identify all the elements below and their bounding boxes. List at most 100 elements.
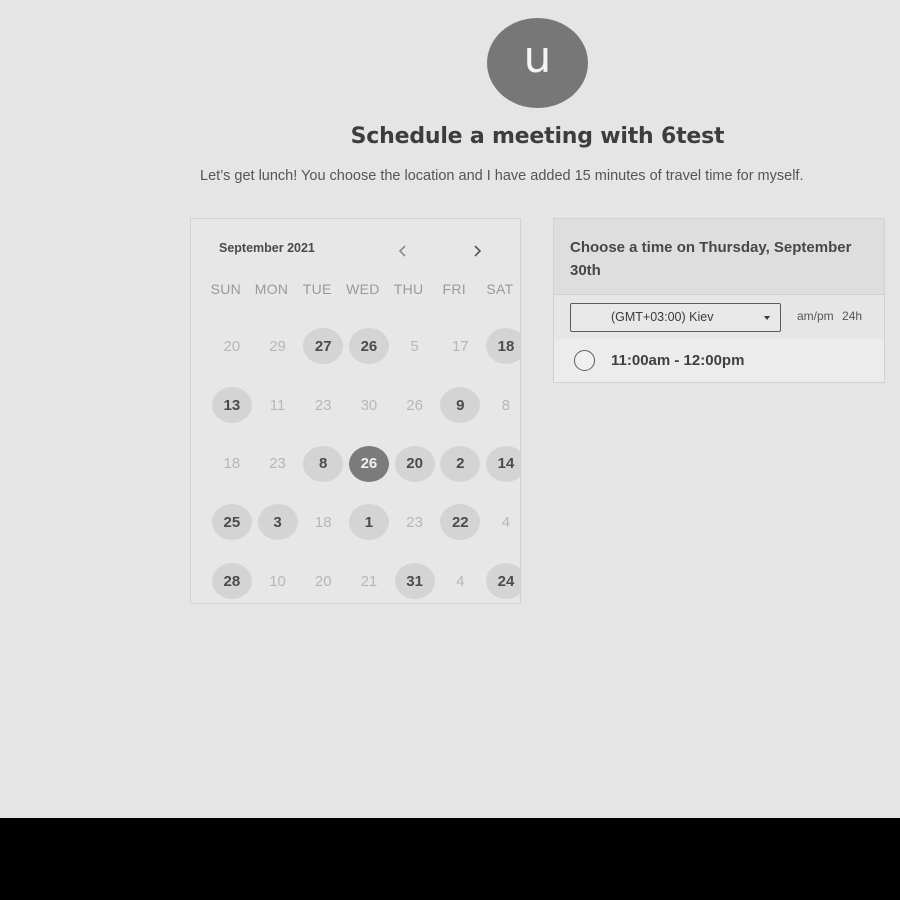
day-cell: 11 — [255, 376, 301, 435]
timezone-select[interactable]: (GMT+03:00) Kiev — [570, 303, 781, 332]
day-unavailable: 20 — [314, 572, 332, 590]
day-cell: 30 — [346, 376, 392, 435]
day-cell: 2 — [437, 434, 483, 493]
weekday-label: SAT — [486, 281, 514, 297]
day-cell: 3 — [255, 493, 301, 552]
day-cell: 20 — [209, 317, 255, 376]
weekday-label: SUN — [210, 281, 242, 297]
weekday-label: WED — [346, 281, 380, 297]
weekday-header: SUN MON TUE WED THU FRI SAT — [203, 281, 520, 297]
chevron-left-icon — [398, 245, 406, 257]
day-cell: 23 — [300, 376, 346, 435]
day-available[interactable]: 1 — [348, 504, 389, 541]
avatar-letter: u — [523, 32, 552, 83]
day-cell: 24 — [483, 552, 520, 603]
day-cell: 9 — [437, 376, 483, 435]
day-unavailable: 5 — [410, 337, 419, 355]
day-cell: 10 — [255, 552, 301, 603]
calendar: September 2021 SUN MON TUE WED THU FRI SAT 20 2… — [190, 218, 521, 604]
day-unavailable: 18 — [223, 455, 241, 473]
day-cell: 18 — [209, 434, 255, 493]
day-cell: 31 — [392, 552, 438, 603]
day-available[interactable]: 18 — [485, 328, 520, 365]
radio-button[interactable] — [574, 350, 595, 371]
day-cell: 8 — [483, 376, 520, 435]
weekday-label: FRI — [442, 281, 466, 297]
day-unavailable: 23 — [269, 455, 286, 473]
day-unavailable: 18 — [314, 513, 332, 531]
time-selection-panel: Choose a time on Thursday, September 30t… — [553, 218, 885, 383]
day-cell: 27 — [300, 317, 346, 376]
day-cell: 29 — [255, 317, 301, 376]
day-available[interactable]: 22 — [440, 504, 481, 541]
day-available[interactable]: 27 — [303, 328, 344, 365]
day-cell: 5 — [392, 317, 438, 376]
caret-down-icon — [764, 316, 770, 320]
day-unavailable: 29 — [269, 337, 286, 355]
day-selected[interactable]: 26 — [348, 445, 389, 482]
weekday-label: TUE — [302, 281, 332, 297]
day-available[interactable]: 9 — [440, 387, 481, 424]
day-cell: 26 — [346, 317, 392, 376]
day-unavailable: 17 — [451, 337, 469, 355]
day-available[interactable]: 25 — [211, 504, 252, 541]
chevron-right-icon — [474, 245, 482, 257]
day-cell: 4 — [483, 493, 520, 552]
day-available[interactable]: 28 — [211, 563, 252, 600]
day-cell: 23 — [255, 434, 301, 493]
day-cell: 4 — [437, 552, 483, 603]
day-cell: 17 — [437, 317, 483, 376]
day-cell: 28 — [209, 552, 255, 603]
day-cell: 14 — [483, 434, 520, 493]
days-grid: 20 29 27 26 5 17 18 13 11 23 30 26 9 8 18 23 8 26 20 2 14 25 3… — [209, 317, 520, 603]
day-unavailable: 8 — [501, 396, 511, 414]
bottom-bar — [0, 818, 900, 900]
time-slot[interactable]: 11:00am - 12:00pm — [554, 339, 884, 382]
day-cell: 22 — [437, 493, 483, 552]
day-unavailable: 10 — [269, 572, 286, 590]
day-cell: 26 — [346, 434, 392, 493]
day-unavailable: 20 — [223, 337, 241, 355]
day-available[interactable]: 3 — [257, 504, 298, 541]
day-cell: 21 — [346, 552, 392, 603]
day-cell: 25 — [209, 493, 255, 552]
day-cell: 1 — [346, 493, 392, 552]
day-available[interactable]: 13 — [211, 387, 252, 424]
format-24h-option[interactable]: 24h — [842, 309, 862, 323]
timezone-value: (GMT+03:00) Kiev — [611, 310, 714, 324]
day-available[interactable]: 20 — [394, 445, 435, 482]
day-unavailable: 21 — [360, 572, 378, 590]
day-cell: 18 — [483, 317, 520, 376]
month-label: September 2021 — [219, 241, 315, 255]
day-available[interactable]: 14 — [485, 445, 520, 482]
day-cell: 26 — [392, 376, 438, 435]
day-unavailable: 30 — [360, 396, 378, 414]
page-title: Schedule a meeting with 6test — [350, 124, 725, 149]
day-cell: 13 — [209, 376, 255, 435]
time-slot-label: 11:00am - 12:00pm — [611, 352, 745, 369]
day-available[interactable]: 2 — [440, 445, 481, 482]
day-unavailable: 4 — [501, 513, 511, 531]
day-available[interactable]: 24 — [485, 563, 520, 600]
weekday-label: MON — [254, 281, 289, 297]
day-cell: 23 — [392, 493, 438, 552]
day-cell: 8 — [300, 434, 346, 493]
day-unavailable: 26 — [406, 396, 423, 414]
timezone-row: (GMT+03:00) Kiev am/pm 24h — [554, 296, 884, 338]
day-available[interactable]: 26 — [348, 328, 389, 365]
previous-month-button[interactable] — [391, 239, 415, 263]
day-cell: 20 — [300, 552, 346, 603]
format-ampm-option[interactable]: am/pm — [797, 309, 834, 323]
scheduling-page: u Schedule a meeting with 6test Let’s ge… — [0, 0, 900, 818]
day-available[interactable]: 8 — [303, 445, 344, 482]
time-panel-heading: Choose a time on Thursday, September 30t… — [554, 219, 884, 295]
day-unavailable: 23 — [406, 513, 423, 531]
day-unavailable: 23 — [314, 396, 332, 414]
day-unavailable: 4 — [456, 572, 465, 590]
day-cell: 20 — [392, 434, 438, 493]
meeting-description: Let’s get lunch! You choose the location… — [200, 168, 804, 184]
day-unavailable: 11 — [269, 396, 286, 414]
next-month-button[interactable] — [465, 239, 489, 263]
weekday-label: THU — [393, 281, 424, 297]
day-available[interactable]: 31 — [394, 563, 435, 600]
